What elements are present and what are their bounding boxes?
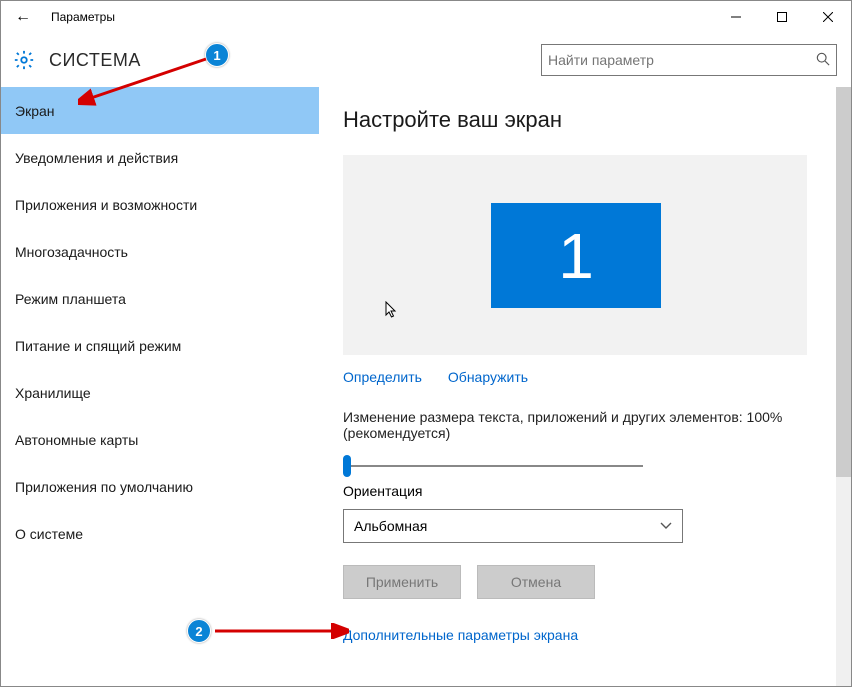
sidebar-item-label: Режим планшета [15, 291, 126, 307]
sidebar-item-label: О системе [15, 526, 83, 542]
sidebar-item-label: Приложения по умолчанию [15, 479, 193, 495]
back-button[interactable]: ← [1, 1, 45, 33]
page-heading: Настройте ваш экран [343, 107, 833, 133]
close-button[interactable] [805, 1, 851, 33]
sidebar: Экран Уведомления и действия Приложения … [1, 87, 319, 686]
sidebar-item-label: Экран [15, 103, 55, 119]
apply-label: Применить [366, 574, 438, 590]
sidebar-item-label: Многозадачность [15, 244, 128, 260]
slider-thumb[interactable] [343, 455, 351, 477]
cursor-icon [385, 301, 399, 324]
sidebar-item-display[interactable]: Экран [1, 87, 319, 134]
minimize-button[interactable] [713, 1, 759, 33]
monitor-number: 1 [558, 219, 594, 293]
cancel-button[interactable]: Отмена [477, 565, 595, 599]
sidebar-item-label: Хранилище [15, 385, 91, 401]
scale-label: Изменение размера текста, приложений и д… [343, 409, 833, 441]
sidebar-item-label: Приложения и возможности [15, 197, 197, 213]
sidebar-item-label: Автономные карты [15, 432, 138, 448]
gear-icon [11, 47, 37, 73]
back-arrow-icon: ← [15, 8, 31, 26]
sidebar-item-about[interactable]: О системе [1, 510, 319, 557]
apply-button[interactable]: Применить [343, 565, 461, 599]
cancel-label: Отмена [511, 574, 561, 590]
vertical-scrollbar[interactable] [836, 87, 851, 686]
sidebar-item-notifications[interactable]: Уведомления и действия [1, 134, 319, 181]
chevron-down-icon [660, 519, 672, 533]
search-input[interactable] [548, 52, 816, 68]
sidebar-item-multitasking[interactable]: Многозадачность [1, 228, 319, 275]
advanced-display-link[interactable]: Дополнительные параметры экрана [343, 627, 833, 643]
detect-link[interactable]: Обнаружить [448, 369, 528, 385]
sidebar-item-storage[interactable]: Хранилище [1, 369, 319, 416]
monitor-preview-area[interactable]: 1 [343, 155, 807, 355]
identify-link[interactable]: Определить [343, 369, 422, 385]
search-icon [816, 52, 830, 69]
monitor-tile-1[interactable]: 1 [491, 203, 661, 308]
orientation-label: Ориентация [343, 483, 833, 499]
sidebar-item-default-apps[interactable]: Приложения по умолчанию [1, 463, 319, 510]
maximize-button[interactable] [759, 1, 805, 33]
slider-track [343, 465, 643, 467]
sidebar-item-label: Уведомления и действия [15, 150, 178, 166]
scrollbar-thumb[interactable] [836, 87, 851, 477]
window-title: Параметры [45, 10, 115, 24]
sidebar-item-offline-maps[interactable]: Автономные карты [1, 416, 319, 463]
search-box[interactable] [541, 44, 837, 76]
orientation-dropdown[interactable]: Альбомная [343, 509, 683, 543]
content-pane: Настройте ваш экран 1 Определить Обнаруж… [319, 87, 851, 686]
sidebar-item-apps[interactable]: Приложения и возможности [1, 181, 319, 228]
sidebar-item-label: Питание и спящий режим [15, 338, 181, 354]
sidebar-item-tablet[interactable]: Режим планшета [1, 275, 319, 322]
section-title: СИСТЕМА [49, 50, 141, 71]
window-controls [713, 1, 851, 33]
titlebar: ← Параметры [1, 1, 851, 33]
orientation-value: Альбомная [354, 518, 427, 534]
scale-slider[interactable] [343, 457, 643, 459]
header: СИСТЕМА [1, 33, 851, 87]
sidebar-item-power[interactable]: Питание и спящий режим [1, 322, 319, 369]
